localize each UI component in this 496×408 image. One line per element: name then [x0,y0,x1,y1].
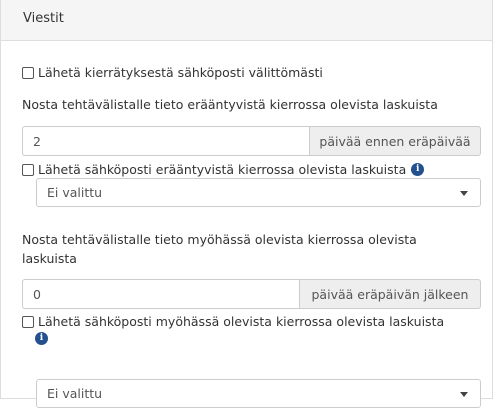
send-email-immediately-checkbox[interactable] [22,66,34,79]
send-email-immediately-label: Lähetä kierrätyksestä sähköposti välittö… [38,65,323,80]
late-email-checkbox[interactable] [22,315,34,328]
overdue-days-unit: päivää ennen eräpäivää [309,126,481,156]
late-task-label-line2: laskuista [22,251,77,266]
late-email-template-select[interactable]: Ei valittu [36,379,481,408]
overdue-days-group: 2 päivää ennen eräpäivää [22,126,481,156]
overdue-email-label: Lähetä sähköposti erääntyvistä kierrossa… [38,162,407,177]
late-email-row[interactable]: Lähetä sähköposti myöhässä olevista kier… [22,314,444,329]
late-email-template-value: Ei valittu [47,386,103,401]
chevron-down-icon [460,392,468,397]
overdue-email-row[interactable]: Lähetä sähköposti erääntyvistä kierrossa… [22,162,425,177]
overdue-days-input[interactable]: 2 [22,126,309,156]
late-days-input[interactable]: 0 [22,279,299,309]
send-email-immediately-row[interactable]: Lähetä kierrätyksestä sähköposti välittö… [22,65,323,80]
chevron-down-icon [460,191,468,196]
overdue-email-checkbox[interactable] [22,163,34,176]
info-circle-icon[interactable]: i [35,332,48,345]
late-days-group: 0 päivää eräpäivän jälkeen [22,279,481,309]
panel-title: Viestit [1,0,492,41]
overdue-email-template-value: Ei valittu [47,185,103,200]
late-email-label: Lähetä sähköposti myöhässä olevista kier… [38,314,445,329]
overdue-email-template-select[interactable]: Ei valittu [36,178,481,207]
late-days-unit: päivää eräpäivän jälkeen [299,279,481,309]
late-task-label-line1: Nosta tehtävälistalle tieto myöhässä ole… [22,232,417,247]
overdue-task-label: Nosta tehtävälistalle tieto erääntyvistä… [22,97,438,112]
info-circle-icon[interactable]: i [411,163,425,176]
